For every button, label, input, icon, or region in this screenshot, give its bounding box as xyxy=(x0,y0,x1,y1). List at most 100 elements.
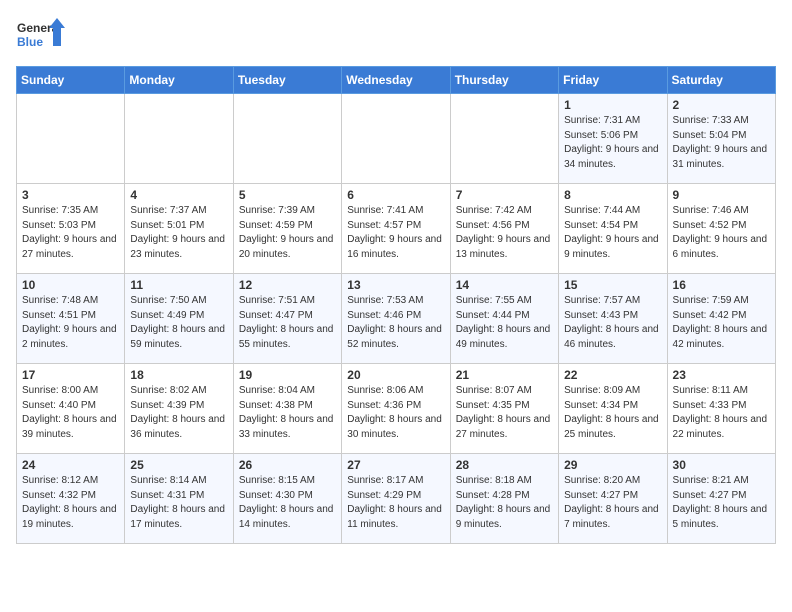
calendar-cell: 14 Sunrise: 7:55 AM Sunset: 4:44 PM Dayl… xyxy=(450,274,558,364)
day-number: 1 xyxy=(564,98,661,112)
calendar-week-1: 1 Sunrise: 7:31 AM Sunset: 5:06 PM Dayli… xyxy=(17,94,776,184)
day-number: 12 xyxy=(239,278,336,292)
day-number: 25 xyxy=(130,458,227,472)
day-sunset: Sunset: 4:44 PM xyxy=(456,310,530,321)
day-sunset: Sunset: 4:31 PM xyxy=(130,490,204,501)
calendar-cell: 7 Sunrise: 7:42 AM Sunset: 4:56 PM Dayli… xyxy=(450,184,558,274)
day-daylight: Daylight: 9 hours and 2 minutes. xyxy=(22,324,117,350)
calendar-cell: 20 Sunrise: 8:06 AM Sunset: 4:36 PM Dayl… xyxy=(342,364,450,454)
day-sunrise: Sunrise: 8:18 AM xyxy=(456,475,532,486)
day-sunset: Sunset: 4:47 PM xyxy=(239,310,313,321)
day-sunset: Sunset: 4:27 PM xyxy=(564,490,638,501)
day-number: 16 xyxy=(673,278,770,292)
day-sunset: Sunset: 4:32 PM xyxy=(22,490,96,501)
calendar-cell: 19 Sunrise: 8:04 AM Sunset: 4:38 PM Dayl… xyxy=(233,364,341,454)
day-sunrise: Sunrise: 7:42 AM xyxy=(456,205,532,216)
day-daylight: Daylight: 8 hours and 46 minutes. xyxy=(564,324,659,350)
day-sunset: Sunset: 4:56 PM xyxy=(456,220,530,231)
calendar-cell: 11 Sunrise: 7:50 AM Sunset: 4:49 PM Dayl… xyxy=(125,274,233,364)
header-thursday: Thursday xyxy=(450,67,558,94)
day-daylight: Daylight: 8 hours and 52 minutes. xyxy=(347,324,442,350)
day-sunrise: Sunrise: 7:46 AM xyxy=(673,205,749,216)
calendar-cell: 24 Sunrise: 8:12 AM Sunset: 4:32 PM Dayl… xyxy=(17,454,125,544)
day-daylight: Daylight: 8 hours and 11 minutes. xyxy=(347,504,442,530)
day-sunrise: Sunrise: 7:33 AM xyxy=(673,115,749,126)
day-daylight: Daylight: 9 hours and 27 minutes. xyxy=(22,234,117,260)
day-daylight: Daylight: 8 hours and 25 minutes. xyxy=(564,414,659,440)
day-sunrise: Sunrise: 7:39 AM xyxy=(239,205,315,216)
day-number: 20 xyxy=(347,368,444,382)
day-sunset: Sunset: 4:27 PM xyxy=(673,490,747,501)
day-number: 30 xyxy=(673,458,770,472)
day-sunset: Sunset: 4:46 PM xyxy=(347,310,421,321)
day-daylight: Daylight: 8 hours and 49 minutes. xyxy=(456,324,551,350)
day-daylight: Daylight: 8 hours and 36 minutes. xyxy=(130,414,225,440)
day-number: 2 xyxy=(673,98,770,112)
calendar-cell xyxy=(125,94,233,184)
day-daylight: Daylight: 9 hours and 9 minutes. xyxy=(564,234,659,260)
day-number: 26 xyxy=(239,458,336,472)
calendar-cell: 9 Sunrise: 7:46 AM Sunset: 4:52 PM Dayli… xyxy=(667,184,775,274)
day-sunrise: Sunrise: 8:09 AM xyxy=(564,385,640,396)
day-daylight: Daylight: 8 hours and 22 minutes. xyxy=(673,414,768,440)
day-sunrise: Sunrise: 7:50 AM xyxy=(130,295,206,306)
calendar-cell: 5 Sunrise: 7:39 AM Sunset: 4:59 PM Dayli… xyxy=(233,184,341,274)
calendar-cell: 23 Sunrise: 8:11 AM Sunset: 4:33 PM Dayl… xyxy=(667,364,775,454)
day-number: 18 xyxy=(130,368,227,382)
calendar-cell: 22 Sunrise: 8:09 AM Sunset: 4:34 PM Dayl… xyxy=(559,364,667,454)
calendar-cell xyxy=(233,94,341,184)
svg-text:Blue: Blue xyxy=(17,35,43,49)
day-sunset: Sunset: 4:49 PM xyxy=(130,310,204,321)
calendar-cell: 3 Sunrise: 7:35 AM Sunset: 5:03 PM Dayli… xyxy=(17,184,125,274)
day-sunrise: Sunrise: 7:48 AM xyxy=(22,295,98,306)
calendar-cell: 8 Sunrise: 7:44 AM Sunset: 4:54 PM Dayli… xyxy=(559,184,667,274)
day-daylight: Daylight: 8 hours and 9 minutes. xyxy=(456,504,551,530)
day-number: 11 xyxy=(130,278,227,292)
calendar-cell: 18 Sunrise: 8:02 AM Sunset: 4:39 PM Dayl… xyxy=(125,364,233,454)
header-tuesday: Tuesday xyxy=(233,67,341,94)
day-number: 7 xyxy=(456,188,553,202)
calendar-cell xyxy=(450,94,558,184)
calendar-cell: 29 Sunrise: 8:20 AM Sunset: 4:27 PM Dayl… xyxy=(559,454,667,544)
day-sunset: Sunset: 4:33 PM xyxy=(673,400,747,411)
day-number: 10 xyxy=(22,278,119,292)
day-number: 22 xyxy=(564,368,661,382)
day-sunset: Sunset: 4:54 PM xyxy=(564,220,638,231)
day-sunset: Sunset: 4:38 PM xyxy=(239,400,313,411)
day-number: 14 xyxy=(456,278,553,292)
day-sunset: Sunset: 4:36 PM xyxy=(347,400,421,411)
calendar-cell: 10 Sunrise: 7:48 AM Sunset: 4:51 PM Dayl… xyxy=(17,274,125,364)
day-sunset: Sunset: 4:40 PM xyxy=(22,400,96,411)
day-sunrise: Sunrise: 7:37 AM xyxy=(130,205,206,216)
calendar-cell: 30 Sunrise: 8:21 AM Sunset: 4:27 PM Dayl… xyxy=(667,454,775,544)
header-friday: Friday xyxy=(559,67,667,94)
day-daylight: Daylight: 8 hours and 27 minutes. xyxy=(456,414,551,440)
day-sunset: Sunset: 4:51 PM xyxy=(22,310,96,321)
calendar-cell: 25 Sunrise: 8:14 AM Sunset: 4:31 PM Dayl… xyxy=(125,454,233,544)
day-sunset: Sunset: 4:28 PM xyxy=(456,490,530,501)
calendar-cell xyxy=(17,94,125,184)
day-number: 6 xyxy=(347,188,444,202)
day-daylight: Daylight: 8 hours and 30 minutes. xyxy=(347,414,442,440)
calendar-cell: 21 Sunrise: 8:07 AM Sunset: 4:35 PM Dayl… xyxy=(450,364,558,454)
day-daylight: Daylight: 8 hours and 59 minutes. xyxy=(130,324,225,350)
day-sunrise: Sunrise: 8:04 AM xyxy=(239,385,315,396)
header-sunday: Sunday xyxy=(17,67,125,94)
day-sunrise: Sunrise: 7:57 AM xyxy=(564,295,640,306)
calendar-week-5: 24 Sunrise: 8:12 AM Sunset: 4:32 PM Dayl… xyxy=(17,454,776,544)
day-daylight: Daylight: 9 hours and 13 minutes. xyxy=(456,234,551,260)
day-sunset: Sunset: 5:03 PM xyxy=(22,220,96,231)
day-sunset: Sunset: 4:29 PM xyxy=(347,490,421,501)
day-sunrise: Sunrise: 7:51 AM xyxy=(239,295,315,306)
day-sunset: Sunset: 4:35 PM xyxy=(456,400,530,411)
day-sunrise: Sunrise: 7:55 AM xyxy=(456,295,532,306)
day-daylight: Daylight: 8 hours and 7 minutes. xyxy=(564,504,659,530)
day-sunrise: Sunrise: 8:07 AM xyxy=(456,385,532,396)
day-number: 5 xyxy=(239,188,336,202)
header-wednesday: Wednesday xyxy=(342,67,450,94)
calendar-cell: 27 Sunrise: 8:17 AM Sunset: 4:29 PM Dayl… xyxy=(342,454,450,544)
day-sunrise: Sunrise: 8:02 AM xyxy=(130,385,206,396)
day-sunrise: Sunrise: 7:35 AM xyxy=(22,205,98,216)
page-header: General Blue xyxy=(16,16,776,58)
day-sunset: Sunset: 4:52 PM xyxy=(673,220,747,231)
